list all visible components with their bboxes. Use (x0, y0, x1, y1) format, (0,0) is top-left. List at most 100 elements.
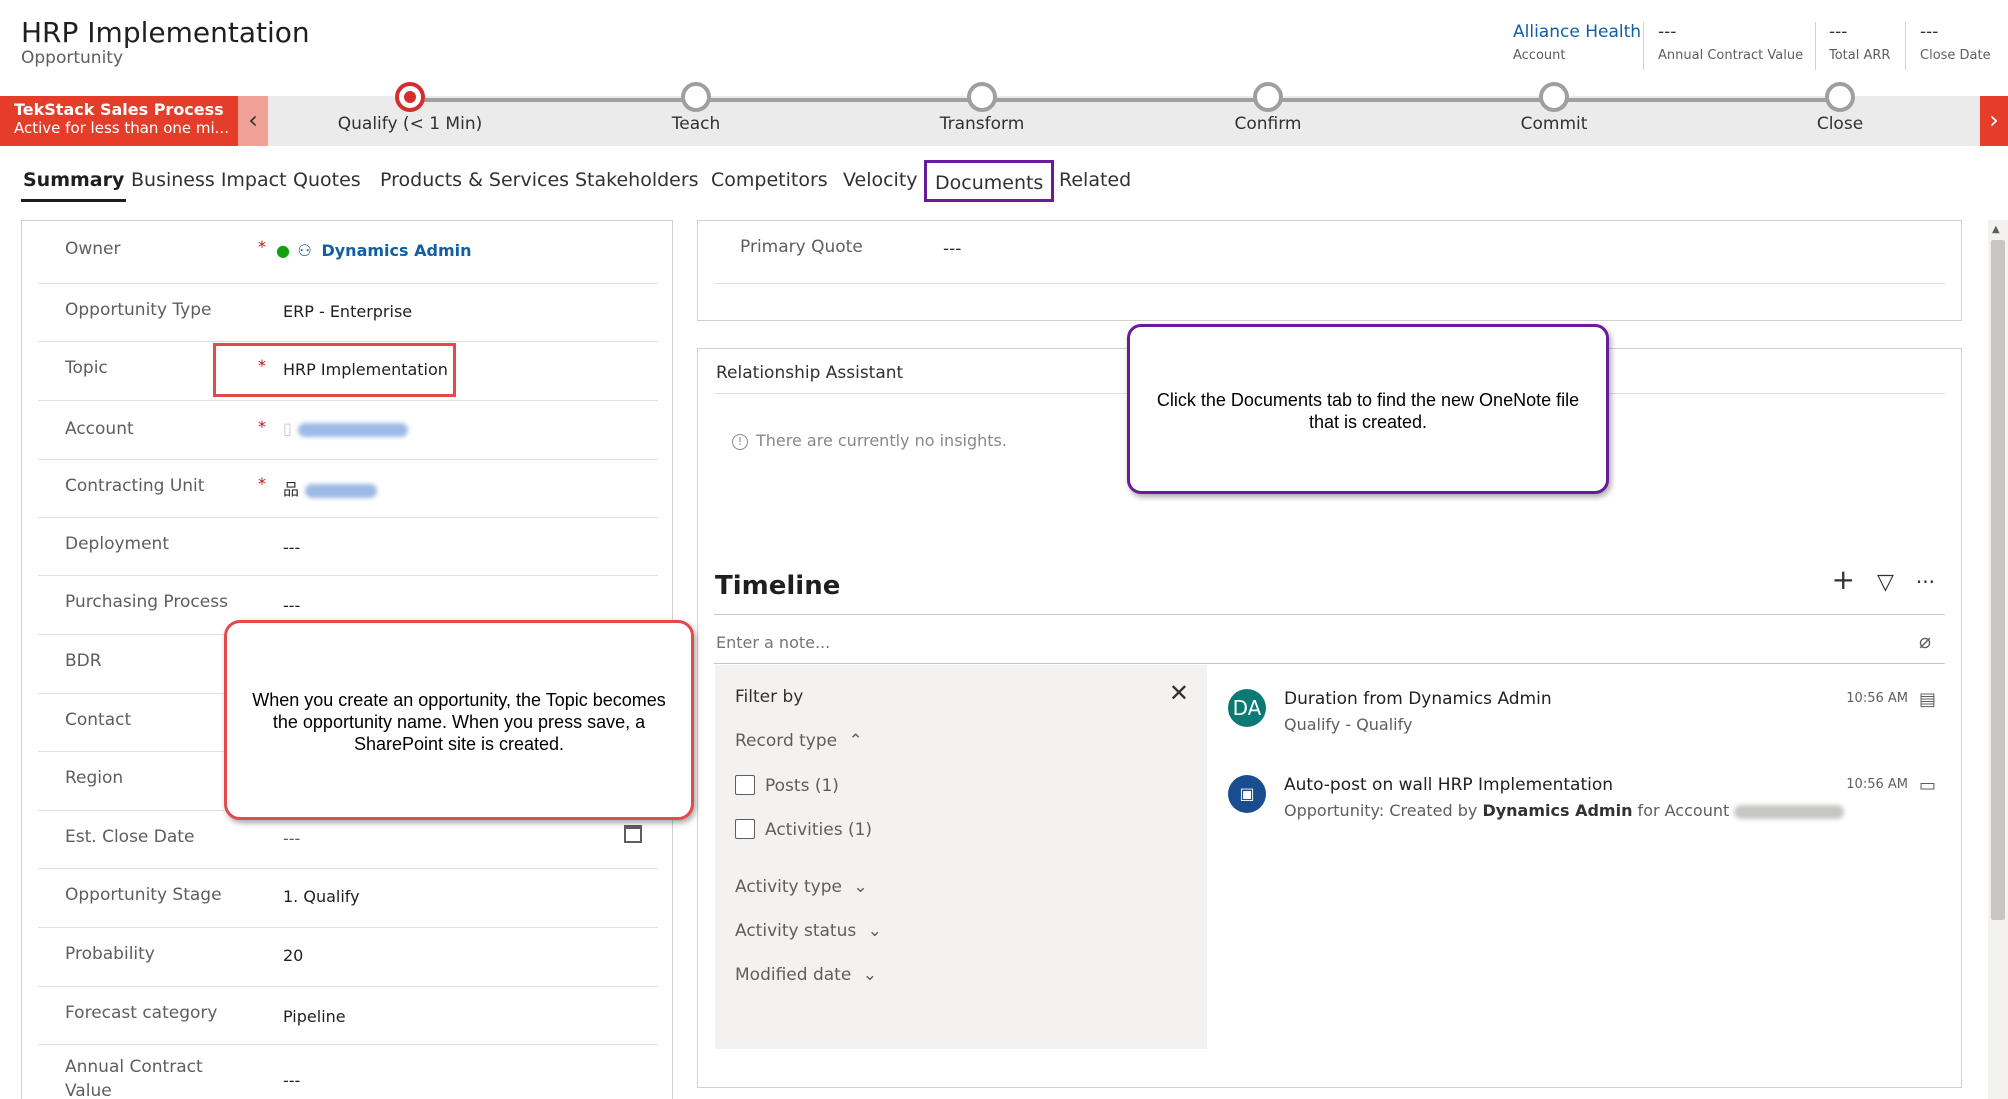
filter-record-type-label: Record type (735, 731, 838, 751)
more-options-icon[interactable]: ··· (1916, 570, 1935, 594)
timeline-entry-title: Duration from Dynamics Admin (1284, 689, 1552, 709)
chevron-right-icon[interactable]: › (1980, 96, 2008, 146)
timeline-entry[interactable]: ▣ Auto-post on wall HRP Implementation O… (1228, 775, 1948, 835)
opportunity-type-value[interactable]: ERP - Enterprise (283, 302, 412, 321)
tab-velocity[interactable]: Velocity (841, 160, 920, 202)
field-opportunity-stage: Opportunity Stage 1. Qualify (38, 869, 658, 928)
filter-record-type[interactable]: Record type ⌃ (735, 731, 863, 751)
field-owner: Owner * ● ⚇ Dynamics Admin (38, 221, 658, 284)
process-flag[interactable]: TekStack Sales Process Active for less t… (0, 96, 238, 146)
note-input[interactable] (716, 633, 1896, 652)
scrollbar[interactable]: ▲ (1988, 220, 2008, 1099)
posts-checkbox[interactable] (735, 775, 755, 795)
field-forecast-category: Forecast category Pipeline (38, 987, 658, 1045)
field-label: Annual Contract Value (65, 1057, 203, 1099)
header-acv-value: --- (1658, 22, 1677, 42)
post-icon: ▭ (1918, 775, 1936, 796)
filter-modified-date[interactable]: Modified date ⌄ (735, 965, 877, 985)
tab-related[interactable]: Related (1057, 160, 1133, 202)
tab-quotes[interactable]: Quotes (291, 160, 363, 202)
header-account-label: Account (1513, 48, 1566, 63)
stage-label: Confirm (1234, 114, 1302, 134)
clipboard-icon: ▤ (1918, 689, 1936, 710)
field-account: Account * ▯ (38, 401, 658, 460)
filter-pane-title: Filter by (735, 687, 804, 707)
add-icon[interactable]: + (1832, 563, 1855, 596)
activities-checkbox[interactable] (735, 819, 755, 839)
business-process-flow: TekStack Sales Process Active for less t… (0, 82, 2008, 146)
field-label: Forecast category (65, 1003, 218, 1023)
tab-business-impact[interactable]: Business Impact (129, 160, 289, 202)
probability-value[interactable]: 20 (283, 946, 303, 965)
stage-label: Close (1816, 114, 1864, 134)
primary-quote-value[interactable]: --- (943, 239, 961, 259)
stage-teach[interactable]: Teach (596, 82, 796, 134)
filter-activity-status[interactable]: Activity status ⌄ (735, 921, 882, 941)
account-icon: ▯ (283, 419, 292, 438)
close-icon[interactable]: ✕ (1169, 679, 1189, 707)
process-status: Active for less than one mi... (14, 119, 229, 137)
stage-transform[interactable]: Transform (882, 82, 1082, 134)
header-account[interactable]: Alliance Health Account (1513, 22, 1641, 72)
opportunity-stage-value[interactable]: 1. Qualify (283, 887, 360, 906)
chevron-down-icon: ⌄ (853, 877, 868, 897)
scroll-up-icon[interactable]: ▲ (1992, 224, 2000, 235)
chevron-left-icon[interactable]: ‹ (238, 96, 268, 146)
scrollbar-thumb[interactable] (1991, 240, 2005, 920)
page-title: HRP Implementation (21, 16, 310, 49)
account-lookup[interactable]: ▯ (283, 419, 408, 438)
field-label: Opportunity Stage (65, 885, 222, 905)
stage-close[interactable]: Close (1740, 82, 1940, 134)
filter-posts[interactable]: Posts (1) (735, 775, 839, 796)
owner-value[interactable]: Dynamics Admin (321, 241, 471, 260)
stage-dot-icon (967, 82, 997, 112)
timeline-entry-subtitle: Qualify - Qualify (1284, 715, 1413, 734)
deployment-value[interactable]: --- (283, 538, 300, 557)
field-label: Est. Close Date (65, 827, 195, 847)
stage-dot-icon (681, 82, 711, 112)
subtitle-prefix: Opportunity: Created by (1284, 801, 1483, 820)
timeline-entry-time: 10:56 AM (1846, 777, 1908, 792)
stage-active-icon (395, 82, 425, 112)
tab-stakeholders[interactable]: Stakeholders (573, 160, 701, 202)
timeline-entry[interactable]: DA Duration from Dynamics Admin Qualify … (1228, 689, 1948, 749)
header-close-date-value: --- (1920, 22, 1939, 42)
user-icon: ⚇ (297, 241, 312, 260)
no-insights-text: There are currently no insights. (756, 431, 1007, 450)
filter-icon[interactable]: ▽ (1877, 570, 1894, 595)
filter-activities[interactable]: Activities (1) (735, 819, 872, 840)
activity-type-label: Activity type (735, 877, 842, 897)
process-name: TekStack Sales Process (14, 100, 224, 119)
filter-activity-type[interactable]: Activity type ⌄ (735, 877, 868, 897)
field-label: Opportunity Type (65, 300, 212, 320)
redacted-value (1734, 804, 1845, 819)
forecast-category-value[interactable]: Pipeline (283, 1007, 346, 1026)
stage-commit[interactable]: Commit (1454, 82, 1654, 134)
tab-summary[interactable]: Summary (21, 160, 127, 202)
tab-documents[interactable]: Documents (924, 160, 1055, 202)
header-divider (1815, 22, 1816, 70)
field-label: Account (65, 419, 134, 439)
est-close-date-input[interactable]: --- (283, 829, 300, 848)
owner-lookup[interactable]: ● ⚇ Dynamics Admin (276, 241, 471, 260)
subtitle-suffix: for Account (1632, 801, 1735, 820)
contracting-unit-lookup[interactable]: 品 (283, 476, 378, 500)
activities-label: Activities (1) (765, 820, 873, 840)
annual-contract-value[interactable]: --- (283, 1071, 300, 1090)
attachment-icon[interactable]: ⌀ (1919, 629, 1931, 653)
info-icon: ! (732, 434, 748, 450)
stage-qualify[interactable]: Qualify (< 1 Min) (310, 82, 510, 134)
stage-confirm[interactable]: Confirm (1168, 82, 1368, 134)
subtitle-user[interactable]: Dynamics Admin (1482, 801, 1632, 820)
header-account-value[interactable]: Alliance Health (1513, 22, 1641, 42)
posts-label: Posts (1) (765, 776, 839, 796)
required-icon: * (258, 417, 266, 436)
topic-highlight-box (213, 343, 456, 397)
field-deployment: Deployment --- (38, 518, 658, 576)
field-label: Primary Quote (740, 237, 863, 257)
purchasing-process-value[interactable]: --- (283, 596, 300, 615)
tab-competitors[interactable]: Competitors (709, 160, 830, 202)
stage-label: Transform (939, 114, 1025, 134)
calendar-icon[interactable] (624, 825, 642, 843)
tab-products-services[interactable]: Products & Services (378, 160, 571, 202)
